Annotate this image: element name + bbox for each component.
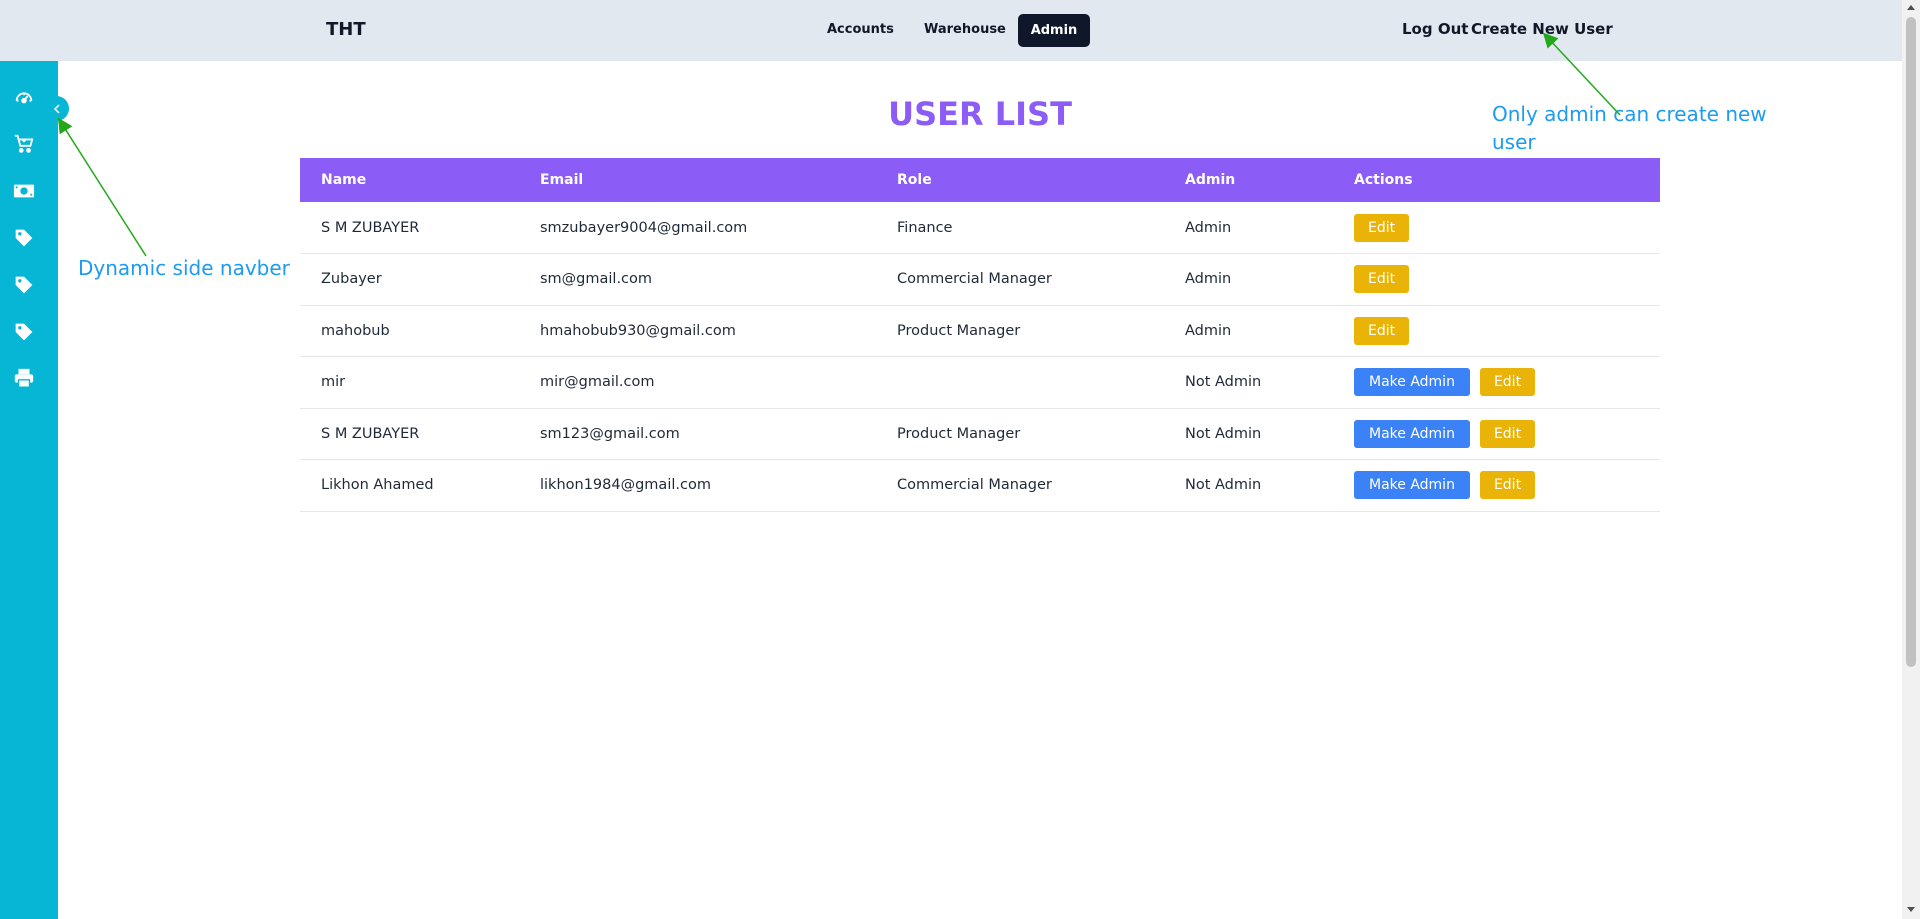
table-row: mahobub hmahobub930@gmail.com Product Ma…	[300, 305, 1660, 357]
user-role: Commercial Manager	[897, 271, 1052, 288]
tag-icon[interactable]	[12, 273, 36, 297]
top-navbar: THT Accounts Warehouse Admin Log Out Cre…	[0, 0, 1902, 61]
user-email: mir@gmail.com	[540, 374, 655, 391]
user-name: S M ZUBAYER	[321, 219, 420, 236]
user-actions: Edit	[1333, 254, 1660, 306]
user-actions: Make Admin Edit	[1333, 408, 1660, 460]
user-admin-status: Admin	[1185, 271, 1232, 288]
user-admin-status: Not Admin	[1185, 425, 1262, 442]
user-role: Commercial Manager	[897, 477, 1052, 494]
user-name: Zubayer	[321, 271, 382, 288]
edit-button[interactable]: Edit	[1479, 419, 1536, 448]
edit-button[interactable]: Edit	[1479, 368, 1536, 397]
cart-icon[interactable]	[12, 132, 36, 156]
column-header-actions: Actions	[1354, 172, 1413, 188]
user-actions: Edit	[1333, 305, 1660, 357]
dashboard-icon[interactable]	[12, 85, 36, 109]
user-email: hmahobub930@gmail.com	[540, 322, 736, 339]
user-role: Product Manager	[897, 425, 1021, 442]
edit-button[interactable]: Edit	[1354, 265, 1410, 294]
create-user-annotation-line1: Only admin can create new	[1492, 102, 1767, 126]
user-actions: Make Admin Edit	[1333, 460, 1660, 512]
user-email: likhon1984@gmail.com	[540, 477, 711, 494]
user-role	[876, 357, 1164, 409]
page: THT Accounts Warehouse Admin Log Out Cre…	[0, 0, 1920, 919]
column-header-admin: Admin	[1185, 172, 1236, 188]
user-name: mahobub	[321, 322, 390, 339]
user-admin-status: Not Admin	[1185, 477, 1262, 494]
user-admin-status: Admin	[1185, 322, 1232, 339]
logout-link[interactable]: Log Out	[1402, 20, 1468, 38]
table-row: S M ZUBAYER smzubayer9004@gmail.com Fina…	[300, 202, 1660, 254]
tag-icon[interactable]	[12, 226, 36, 250]
edit-button[interactable]: Edit	[1354, 316, 1410, 345]
sidebar-annotation-arrow	[57, 117, 147, 257]
nav-warehouse[interactable]: Warehouse	[924, 22, 1006, 37]
scroll-up-icon[interactable]	[1907, 5, 1915, 10]
user-admin-status: Not Admin	[1185, 374, 1262, 391]
sidebar-annotation: Dynamic side navber	[78, 256, 290, 280]
user-admin-status: Admin	[1185, 219, 1232, 236]
create-new-user-link[interactable]: Create New User	[1471, 20, 1613, 38]
vertical-scrollbar[interactable]	[1902, 0, 1920, 919]
user-role: Product Manager	[897, 322, 1021, 339]
table-row: Zubayer sm@gmail.com Commercial Manager …	[300, 254, 1660, 306]
money-icon[interactable]	[12, 179, 36, 203]
user-name: Likhon Ahamed	[321, 477, 434, 494]
user-email: smzubayer9004@gmail.com	[540, 219, 748, 236]
edit-button[interactable]: Edit	[1354, 213, 1410, 242]
user-name: mir	[321, 374, 346, 391]
user-actions: Edit	[1333, 202, 1660, 254]
make-admin-button[interactable]: Make Admin	[1354, 471, 1470, 500]
brand-logo[interactable]: THT	[326, 19, 366, 40]
scroll-thumb[interactable]	[1906, 17, 1916, 667]
make-admin-button[interactable]: Make Admin	[1354, 368, 1470, 397]
edit-button[interactable]: Edit	[1479, 471, 1536, 500]
column-header-role: Role	[897, 172, 932, 188]
column-header-name: Name	[321, 172, 367, 188]
scroll-down-icon[interactable]	[1907, 907, 1915, 912]
table-row: Likhon Ahamed likhon1984@gmail.com Comme…	[300, 460, 1660, 512]
tag-icon[interactable]	[12, 320, 36, 344]
table-header-row: Name Email Role Admin Actions	[300, 158, 1660, 202]
user-role: Finance	[897, 219, 953, 236]
table-row: S M ZUBAYER sm123@gmail.com Product Mana…	[300, 408, 1660, 460]
chevron-left-icon	[53, 103, 60, 114]
column-header-email: Email	[540, 172, 584, 188]
make-admin-button[interactable]: Make Admin	[1354, 419, 1470, 448]
sidebar-toggle-button[interactable]	[44, 96, 69, 121]
page-title: USER LIST	[888, 95, 1072, 133]
user-name: S M ZUBAYER	[321, 425, 420, 442]
nav-accounts[interactable]: Accounts	[827, 22, 894, 37]
user-table: Name Email Role Admin Actions S M ZUBAYE…	[300, 158, 1660, 512]
user-actions: Make Admin Edit	[1333, 357, 1660, 409]
printer-icon[interactable]	[12, 366, 36, 390]
create-user-annotation-line2: user	[1492, 130, 1536, 154]
side-navbar	[0, 61, 58, 919]
user-email: sm@gmail.com	[540, 271, 653, 288]
nav-admin[interactable]: Admin	[1018, 14, 1090, 47]
table-row: mir mir@gmail.com Not Admin Make Admin Ed…	[300, 357, 1660, 409]
user-email: sm123@gmail.com	[540, 425, 680, 442]
